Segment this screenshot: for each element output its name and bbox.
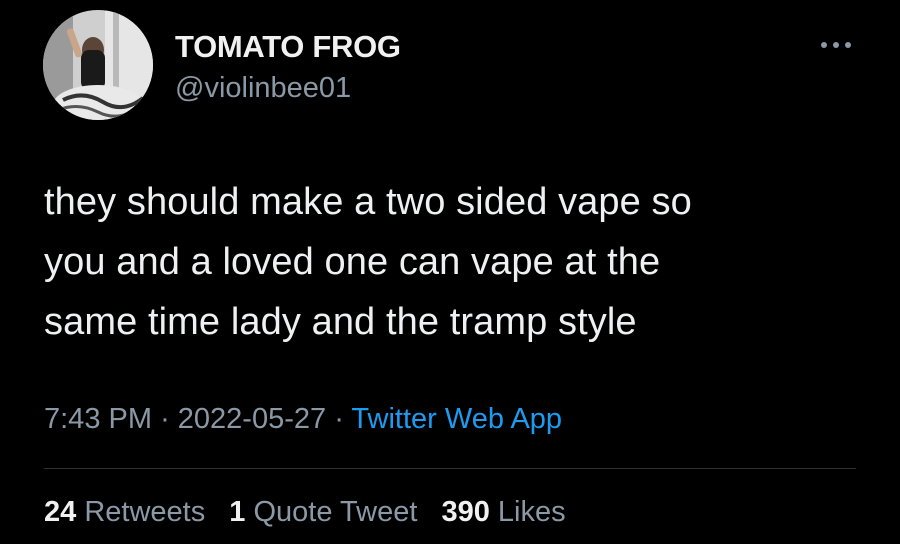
quotes-label: Quote Tweet	[253, 496, 418, 528]
retweets-count: 24	[44, 496, 77, 528]
profile-avatar[interactable]	[43, 10, 153, 120]
tweet-text: they should make a two sided vape so you…	[44, 181, 692, 343]
likes-stat[interactable]: 390 Likes	[441, 496, 565, 528]
tweet-date[interactable]: 2022-05-27	[178, 403, 326, 435]
meta-separator: ·	[334, 403, 344, 435]
tweet-card: TOMATO FROG @violinbee01 they should mak…	[0, 0, 900, 544]
quotes-count: 1	[229, 496, 246, 528]
meta-separator: ·	[160, 403, 170, 435]
tweet-time[interactable]: 7:43 PM	[44, 403, 152, 435]
tweet-source-link[interactable]: Twitter Web App	[351, 403, 562, 435]
likes-label: Likes	[497, 496, 566, 528]
retweets-label: Retweets	[84, 496, 206, 528]
author-handle[interactable]: @violinbee01	[175, 72, 351, 105]
divider	[44, 468, 856, 469]
likes-count: 390	[441, 496, 490, 528]
avatar-photo-icon	[43, 10, 153, 120]
more-horizontal-icon[interactable]	[818, 38, 854, 52]
quote-tweets-stat[interactable]: 1 Quote Tweet	[229, 496, 417, 528]
author-display-name[interactable]: TOMATO FROG	[175, 29, 401, 65]
tweet-stats: 24 Retweets 1 Quote Tweet 390 Likes	[44, 496, 582, 529]
retweets-stat[interactable]: 24 Retweets	[44, 496, 205, 528]
tweet-metadata: 7:43 PM · 2022-05-27 · Twitter Web App	[44, 403, 562, 436]
